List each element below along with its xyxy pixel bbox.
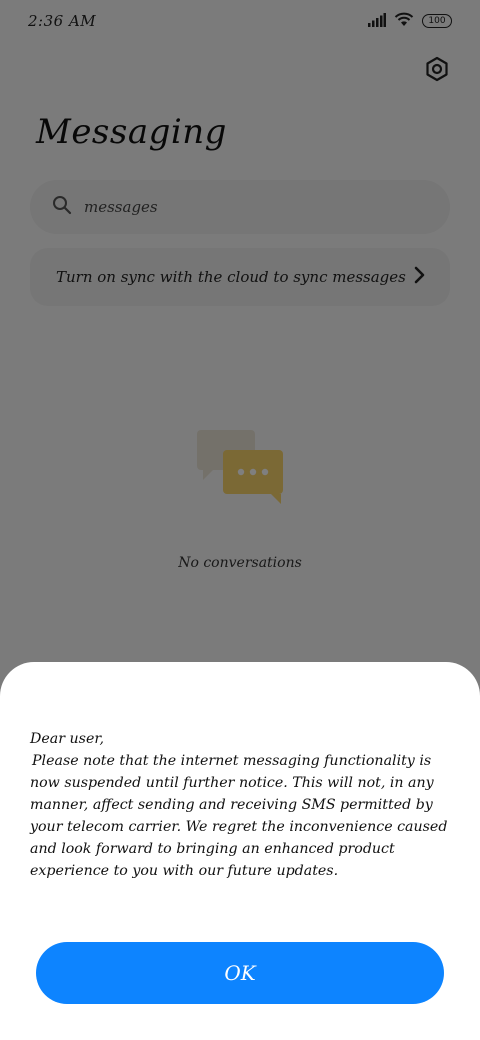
notice-dialog: Dear user, Please note that the internet… xyxy=(0,662,480,1040)
dialog-message: Dear user, Please note that the internet… xyxy=(30,728,462,882)
ok-button[interactable]: OK xyxy=(36,942,444,1004)
messaging-screen: 2:36 AM 100 xyxy=(0,0,480,1040)
dialog-body: Please note that the internet messaging … xyxy=(30,753,448,879)
dialog-greeting: Dear user, xyxy=(30,731,105,747)
